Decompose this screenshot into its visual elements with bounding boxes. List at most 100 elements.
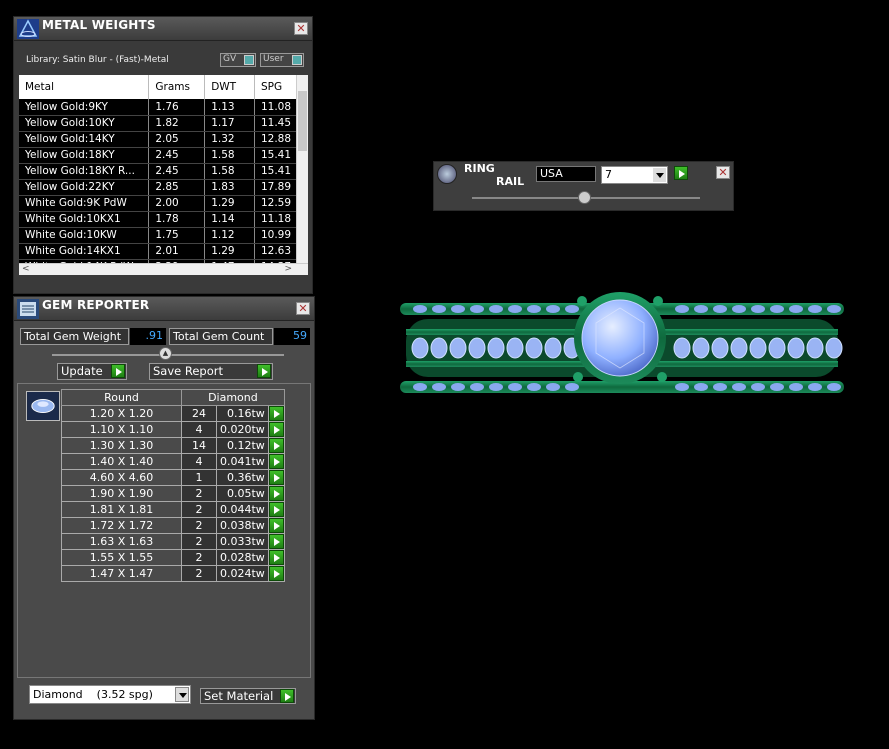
side-stone: [411, 337, 429, 359]
select-gem-button[interactable]: [268, 518, 284, 533]
material-select[interactable]: Diamond (3.52 spg): [29, 685, 191, 704]
apply-ring-size-button[interactable]: [674, 166, 688, 180]
gem-size: 1.72 X 1.72: [61, 517, 182, 534]
gv-toggle[interactable]: GV: [220, 53, 256, 67]
ring-rail-slider-knob[interactable]: [578, 191, 591, 204]
side-stone: [449, 337, 467, 359]
gem-reporter-title: GEM REPORTER: [42, 298, 150, 312]
ring-3d-viewport[interactable]: [392, 283, 852, 415]
table-row[interactable]: White Gold:10KX1 1.78 1.14 11.18: [19, 211, 300, 228]
metal-vertical-scrollbar[interactable]: [296, 75, 308, 263]
close-icon[interactable]: ✕: [294, 22, 308, 35]
table-cell: 12.88: [254, 131, 300, 148]
set-material-button[interactable]: Set Material: [200, 688, 296, 704]
chevron-down-icon[interactable]: [175, 687, 189, 702]
table-row[interactable]: Yellow Gold:10KY 1.82 1.17 11.45: [19, 115, 300, 132]
select-gem-button[interactable]: [268, 422, 284, 437]
total-gem-weight-label: Total Gem Weight: [20, 328, 129, 345]
column-header-metal[interactable]: Metal: [19, 75, 150, 99]
ring-size-region[interactable]: USA: [536, 166, 596, 182]
rail-stone: [770, 305, 784, 313]
table-cell: 15.41: [254, 163, 300, 180]
table-cell: 1.32: [204, 131, 255, 148]
table-row[interactable]: Yellow Gold:18KY R... 2.45 1.58 15.41: [19, 163, 300, 180]
gem-reporter-icon: [17, 299, 39, 319]
save-report-button[interactable]: Save Report: [149, 363, 273, 380]
column-header-dwt[interactable]: DWT: [204, 75, 255, 99]
table-row[interactable]: White Gold:14KX1 2.01 1.29 12.63: [19, 243, 300, 260]
gem-table-header: Round Diamond: [61, 389, 285, 406]
select-gem-button[interactable]: [268, 566, 284, 581]
side-stone: [806, 337, 824, 359]
ring-rail-icon: [437, 164, 457, 184]
gem-row-action: [267, 469, 285, 486]
metal-table: Metal Grams DWT SPG Yellow Gold:9KY 1.76 1…: [19, 75, 300, 275]
gem-weight: 0.020tw: [216, 421, 269, 438]
user-toggle-knob: [292, 55, 302, 65]
select-gem-button[interactable]: [268, 454, 284, 469]
gem-slider-knob[interactable]: ▲: [159, 347, 172, 360]
gem-quantity: 2: [181, 517, 217, 534]
column-header-grams[interactable]: Grams: [148, 75, 206, 99]
save-report-button-label: Save Report: [153, 364, 224, 378]
gem-row-action: [267, 565, 285, 582]
rail-stone: [413, 383, 427, 391]
rail-stone: [694, 383, 708, 391]
rail-stone: [432, 305, 446, 313]
select-gem-button[interactable]: [268, 534, 284, 549]
gem-table: Round Diamond 1.20 X 1.20 24 0.16tw 1.10 X …: [61, 389, 285, 582]
table-row[interactable]: Yellow Gold:18KY 2.45 1.58 15.41: [19, 147, 300, 164]
play-icon: [280, 689, 294, 703]
gem-row: 1.72 X 1.72 2 0.038tw: [61, 517, 285, 534]
close-icon[interactable]: ✕: [296, 302, 310, 315]
ring-rail-title-line2: RAIL: [496, 175, 525, 188]
table-row[interactable]: White Gold:10KW 1.75 1.12 10.99: [19, 227, 300, 244]
table-cell: Yellow Gold:22KY: [19, 179, 150, 196]
table-cell: 2.01: [148, 243, 206, 260]
select-gem-button[interactable]: [268, 486, 284, 501]
gem-reporter-titlebar[interactable]: GEM REPORTER ✕: [14, 297, 314, 321]
scrollbar-thumb[interactable]: [298, 91, 307, 151]
gem-row-action: [267, 501, 285, 518]
rail-stone: [713, 305, 727, 313]
side-stone: [487, 337, 505, 359]
select-gem-button[interactable]: [268, 438, 284, 453]
round-diamond-icon[interactable]: [26, 391, 60, 421]
gem-size: 1.47 X 1.47: [61, 565, 182, 582]
user-toggle[interactable]: User: [260, 53, 304, 67]
gem-size: 1.40 X 1.40: [61, 453, 182, 470]
table-cell: 1.78: [148, 211, 206, 228]
ring-band: [400, 292, 844, 393]
gem-quantity: 14: [181, 437, 217, 454]
table-row[interactable]: Yellow Gold:22KY 2.85 1.83 17.89: [19, 179, 300, 196]
table-row[interactable]: White Gold:9K PdW 2.00 1.29 12.59: [19, 195, 300, 212]
column-header-spg[interactable]: SPG: [254, 75, 300, 99]
metal-horizontal-scrollbar[interactable]: < >: [19, 263, 308, 275]
scroll-left-icon[interactable]: <: [22, 264, 30, 274]
select-gem-button[interactable]: [268, 550, 284, 565]
side-stone: [468, 337, 486, 359]
select-gem-button[interactable]: [268, 502, 284, 517]
table-cell: Yellow Gold:9KY: [19, 99, 150, 116]
table-row[interactable]: Yellow Gold:14KY 2.05 1.32 12.88: [19, 131, 300, 148]
ring-size-select[interactable]: 7: [601, 166, 668, 184]
gem-quantity: 2: [181, 549, 217, 566]
gem-row: 1.30 X 1.30 14 0.12tw: [61, 437, 285, 454]
table-cell: White Gold:10KX1: [19, 211, 150, 228]
close-icon[interactable]: ✕: [716, 166, 730, 179]
table-row[interactable]: Yellow Gold:9KY 1.76 1.13 11.08: [19, 99, 300, 116]
gem-weight: 0.038tw: [216, 517, 269, 534]
table-cell: 1.14: [204, 211, 255, 228]
gem-size: 1.30 X 1.30: [61, 437, 182, 454]
rail-stone: [470, 383, 484, 391]
chevron-down-icon[interactable]: [653, 168, 666, 182]
scroll-right-icon[interactable]: >: [284, 264, 292, 274]
metal-weights-titlebar[interactable]: METAL WEIGHTS ✕: [14, 17, 312, 41]
select-gem-button[interactable]: [268, 470, 284, 485]
update-button[interactable]: Update: [57, 363, 127, 380]
gem-size: 1.63 X 1.63: [61, 533, 182, 550]
rail-stone: [527, 305, 541, 313]
select-gem-button[interactable]: [268, 406, 284, 421]
table-cell: 15.41: [254, 147, 300, 164]
metal-weights-title: METAL WEIGHTS: [42, 18, 156, 32]
